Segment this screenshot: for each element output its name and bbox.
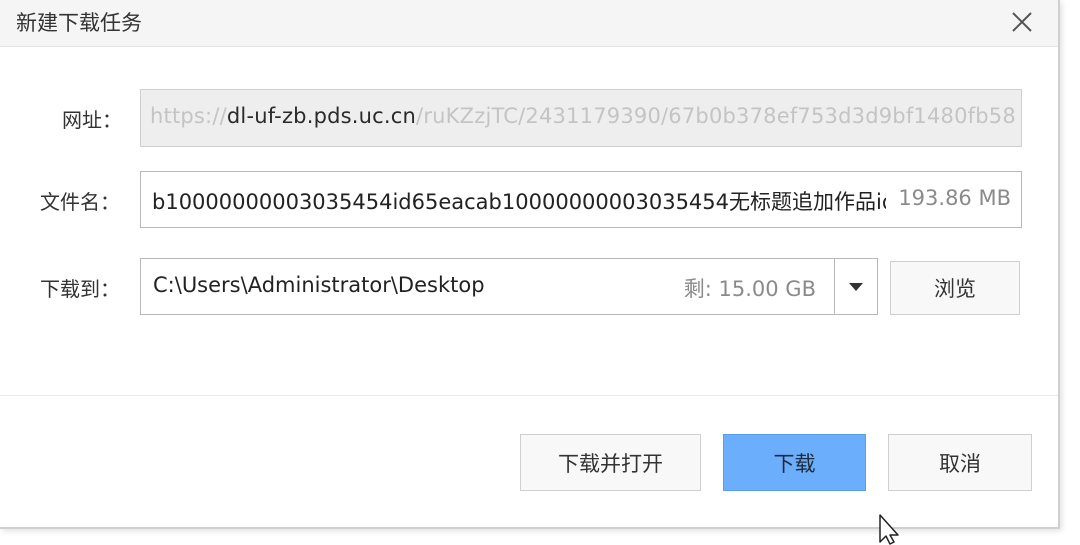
url-host: dl-uf-zb.pds.uc.cn	[226, 104, 417, 128]
footer-divider	[0, 395, 1058, 396]
cancel-button[interactable]: 取消	[888, 434, 1032, 491]
title-bar[interactable]: 新建下载任务	[0, 0, 1058, 47]
url-label: 网址：	[62, 108, 122, 132]
url-field[interactable]: https://dl-uf-zb.pds.uc.cn/ruKZzjTC/2431…	[140, 89, 1022, 147]
url-prefix: https://	[150, 104, 227, 128]
save-path-field[interactable]: C:\Users\Administrator\Desktop 剩: 15.00 …	[140, 258, 835, 315]
dialog-title: 新建下载任务	[16, 11, 142, 35]
mouse-cursor-icon	[879, 514, 899, 545]
close-button[interactable]	[1004, 4, 1040, 40]
download-and-open-button[interactable]: 下载并打开	[520, 434, 701, 491]
download-button[interactable]: 下载	[723, 434, 866, 491]
filename-field[interactable]: b10000000003035454id65eacab1000000000303…	[140, 171, 1022, 228]
save-path-value: C:\Users\Administrator\Desktop	[153, 273, 485, 297]
path-dropdown-button[interactable]	[834, 258, 878, 315]
new-download-dialog: 新建下载任务 网址： https://dl-uf-zb.pds.uc.cn/ru…	[0, 0, 1060, 529]
browse-button[interactable]: 浏览	[890, 261, 1020, 315]
free-space: 剩: 15.00 GB	[683, 277, 816, 301]
close-icon	[1012, 12, 1032, 32]
file-size: 193.86 MB	[886, 172, 1021, 227]
triangle-down-icon	[849, 282, 863, 291]
save-to-label: 下载到：	[40, 277, 120, 301]
filename-value: b10000000003035454id65eacab1000000000303…	[152, 190, 896, 214]
url-path: /ruKZzjTC/2431179390/67b0b378ef753d3d9bf…	[416, 104, 1016, 128]
filename-label: 文件名：	[40, 190, 120, 214]
